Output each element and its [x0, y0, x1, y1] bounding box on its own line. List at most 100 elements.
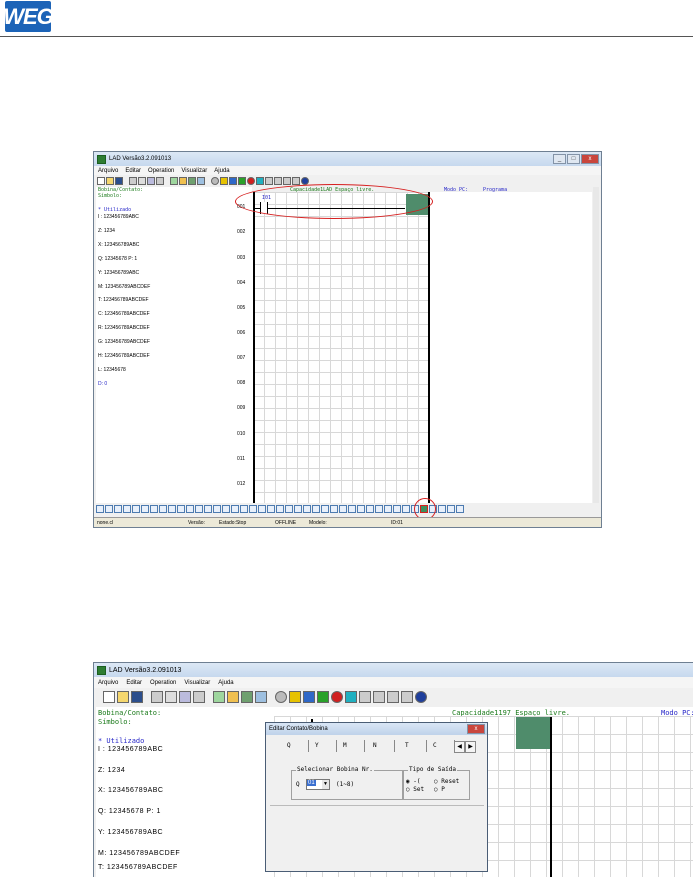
- function-icon[interactable]: [267, 505, 275, 513]
- undo-icon[interactable]: [147, 176, 155, 185]
- function-icon[interactable]: [393, 505, 401, 513]
- contact-icon[interactable]: [123, 505, 131, 513]
- function-icon[interactable]: [276, 505, 284, 513]
- function-icon[interactable]: [303, 505, 311, 513]
- compile-icon[interactable]: [197, 176, 205, 185]
- function-icon[interactable]: [249, 505, 257, 513]
- tab-y[interactable]: Y: [312, 740, 337, 752]
- function-icon[interactable]: [285, 505, 293, 513]
- function-icon[interactable]: [366, 505, 374, 513]
- function-icon[interactable]: [357, 505, 365, 513]
- function-icon[interactable]: [240, 505, 248, 513]
- ladder-icon[interactable]: [179, 176, 187, 185]
- tab-m[interactable]: M: [340, 740, 365, 752]
- function-icon[interactable]: [321, 505, 329, 513]
- radio-reset[interactable]: ○ Reset: [434, 778, 459, 785]
- vertical-scrollbar[interactable]: [593, 187, 599, 503]
- grid-icon[interactable]: [213, 690, 225, 703]
- coil-icon[interactable]: [204, 505, 212, 513]
- preview-icon[interactable]: [165, 690, 177, 703]
- tab-scroll-right-icon[interactable]: ▶: [465, 741, 476, 753]
- read-icon[interactable]: [303, 690, 315, 703]
- new-icon[interactable]: [97, 176, 105, 185]
- menu-visualizar[interactable]: Visualizar: [184, 680, 210, 686]
- close-button[interactable]: x: [581, 154, 599, 164]
- stop-icon[interactable]: [247, 176, 255, 185]
- tab-n[interactable]: N: [370, 740, 395, 752]
- print-icon[interactable]: [151, 690, 163, 703]
- selected-cell[interactable]: [516, 717, 550, 749]
- minimize-button[interactable]: _: [553, 154, 566, 164]
- function-icon[interactable]: [384, 505, 392, 513]
- function-icon[interactable]: [294, 505, 302, 513]
- function-icon[interactable]: [402, 505, 410, 513]
- chevron-down-icon[interactable]: ▼: [322, 780, 329, 789]
- save-icon[interactable]: [115, 176, 123, 185]
- function-icon[interactable]: [375, 505, 383, 513]
- compile-icon[interactable]: [255, 690, 267, 703]
- new-icon[interactable]: [103, 690, 115, 703]
- save-icon[interactable]: [131, 690, 143, 703]
- tab-q[interactable]: Q: [284, 740, 309, 752]
- tab-t[interactable]: T: [402, 740, 427, 752]
- open-icon[interactable]: [106, 176, 114, 185]
- function-icon[interactable]: [312, 505, 320, 513]
- coil-icon[interactable]: [195, 505, 203, 513]
- tab-scroll-left-icon[interactable]: ◀: [454, 741, 465, 753]
- coil-icon[interactable]: [186, 505, 194, 513]
- function-icon[interactable]: [456, 505, 464, 513]
- online-icon[interactable]: [345, 690, 357, 703]
- menu-operation[interactable]: Operation: [148, 168, 174, 174]
- menu-operation[interactable]: Operation: [150, 680, 176, 686]
- function-icon[interactable]: [438, 505, 446, 513]
- preview-icon[interactable]: [138, 176, 146, 185]
- monitor-icon[interactable]: [241, 690, 253, 703]
- write-icon[interactable]: [289, 690, 301, 703]
- print-icon[interactable]: [129, 176, 137, 185]
- maximize-button[interactable]: □: [567, 154, 580, 164]
- function-icon[interactable]: [447, 505, 455, 513]
- menu-ajuda[interactable]: Ajuda: [218, 680, 233, 686]
- coil-icon[interactable]: [168, 505, 176, 513]
- contact-icon[interactable]: [114, 505, 122, 513]
- tab-c[interactable]: C: [430, 740, 455, 752]
- menu-ajuda[interactable]: Ajuda: [214, 168, 229, 174]
- function-icon[interactable]: [348, 505, 356, 513]
- read-icon[interactable]: [229, 176, 237, 185]
- help-icon[interactable]: [415, 690, 427, 703]
- coil-icon[interactable]: [231, 505, 239, 513]
- radio-set[interactable]: ○ Set: [406, 786, 424, 793]
- contact-nc-icon[interactable]: [105, 505, 113, 513]
- function-icon[interactable]: [339, 505, 347, 513]
- menu-arquivo[interactable]: Arquivo: [98, 680, 118, 686]
- write-icon[interactable]: [220, 176, 228, 185]
- coil-icon[interactable]: [213, 505, 221, 513]
- radio-coil[interactable]: ◉ -(: [406, 778, 420, 785]
- coil-icon[interactable]: [159, 505, 167, 513]
- run-icon[interactable]: [317, 690, 329, 703]
- line-icon[interactable]: [132, 505, 140, 513]
- coil-icon[interactable]: [222, 505, 230, 513]
- coil-number-select[interactable]: 01 ▼: [306, 779, 330, 790]
- help-icon[interactable]: [301, 176, 309, 185]
- function-icon[interactable]: [330, 505, 338, 513]
- settings-icon[interactable]: [275, 690, 287, 703]
- menu-editar[interactable]: Editar: [125, 168, 141, 174]
- grid-icon[interactable]: [170, 176, 178, 185]
- ladder-icon[interactable]: [227, 690, 239, 703]
- close-button[interactable]: x: [467, 724, 485, 734]
- radio-p[interactable]: ○ P: [434, 786, 445, 793]
- settings-icon[interactable]: [211, 176, 219, 185]
- menu-visualizar[interactable]: Visualizar: [181, 168, 207, 174]
- undo-icon[interactable]: [179, 690, 191, 703]
- coil-icon[interactable]: [141, 505, 149, 513]
- redo-icon[interactable]: [193, 690, 205, 703]
- coil-icon[interactable]: [150, 505, 158, 513]
- function-icon[interactable]: [258, 505, 266, 513]
- coil-icon[interactable]: [177, 505, 185, 513]
- menu-arquivo[interactable]: Arquivo: [98, 168, 118, 174]
- online-icon[interactable]: [256, 176, 264, 185]
- stop-icon[interactable]: [331, 690, 343, 703]
- monitor-icon[interactable]: [188, 176, 196, 185]
- contact-no-icon[interactable]: [96, 505, 104, 513]
